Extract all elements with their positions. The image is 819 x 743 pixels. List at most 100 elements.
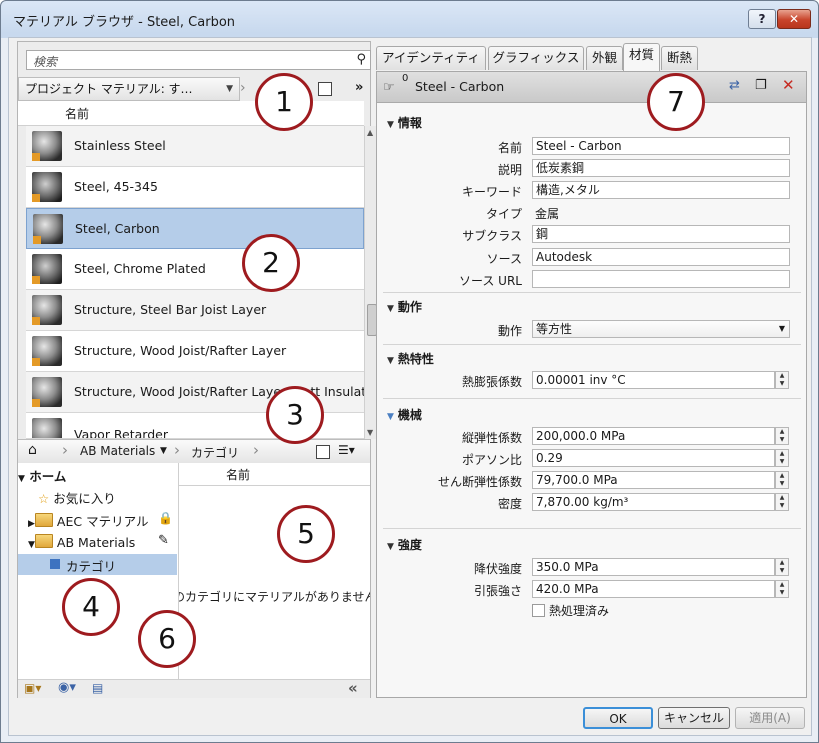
view-options-icon[interactable] (318, 82, 332, 96)
yield-strength-stepper[interactable]: ▲ ▼ (775, 558, 789, 576)
shear-modulus-field[interactable]: 79,700.0 MPa (532, 471, 775, 489)
tab-appearance[interactable]: 外観 (586, 46, 623, 70)
tensile-strength-field[interactable]: 420.0 MPa (532, 580, 775, 598)
dropdown-arrow-icon[interactable]: ▼ (160, 446, 167, 456)
behavior-select[interactable]: 等方性 ▼ (532, 320, 790, 338)
name-field[interactable]: Steel - Carbon (532, 137, 790, 155)
divider (383, 344, 801, 345)
density-field[interactable]: 7,870.00 kg/m³ (532, 493, 775, 511)
tensile-strength-label: 引張強さ (473, 584, 522, 598)
tensile-strength-stepper[interactable]: ▲ ▼ (775, 580, 789, 598)
young-modulus-field[interactable]: 200,000.0 MPa (532, 427, 775, 445)
collapse-icon[interactable]: ▼ (387, 542, 394, 552)
material-row-selected[interactable]: Steel, Carbon (26, 208, 364, 249)
library-toolbar: ⌂ › AB Materials ▼ › カテゴリ › ☰▾ (18, 439, 370, 465)
material-row[interactable]: Stainless Steel (26, 126, 364, 167)
material-name: Vapor Retarder (74, 427, 168, 439)
heat-treated-checkbox[interactable] (532, 604, 545, 617)
collapse-icon[interactable]: ▼ (18, 474, 25, 484)
search-icon[interactable]: ⚲ (356, 52, 366, 67)
behavior-label: 動作 (497, 324, 522, 338)
tab-identity[interactable]: アイデンティティ (376, 46, 486, 70)
expand-panel-icon[interactable]: » (355, 80, 363, 95)
document-materials-dropdown[interactable]: プロジェクト マテリアル: す… ▼ (18, 77, 240, 101)
shear-modulus-stepper[interactable]: ▲ ▼ (775, 471, 789, 489)
name-label: 名前 (497, 141, 522, 155)
material-name: Structure, Wood Joist/Rafter Layer (74, 343, 287, 358)
tab-graphics[interactable]: グラフィックス (488, 46, 584, 70)
apply-button[interactable]: 適用(A) (735, 707, 805, 729)
yield-strength-field[interactable]: 350.0 MPa (532, 558, 775, 576)
poisson-ratio-stepper[interactable]: ▲ ▼ (775, 449, 789, 467)
view-options-icon[interactable] (316, 445, 330, 459)
list-view-icon[interactable]: ☰▾ (338, 443, 355, 457)
material-row[interactable]: Structure, Steel Bar Joist Layer (26, 290, 364, 331)
usage-count: 0 (402, 73, 409, 84)
source-label: ソース (486, 252, 522, 266)
column-name-header[interactable]: 名前 (226, 466, 250, 483)
material-name: Steel, Chrome Plated (74, 261, 206, 276)
collapse-icon[interactable]: ▼ (387, 356, 394, 366)
replace-asset-icon[interactable]: ⇄ (729, 78, 740, 93)
source-field[interactable]: Autodesk (532, 248, 790, 266)
material-swatch-icon (32, 131, 62, 161)
close-button[interactable]: ✕ (777, 9, 811, 29)
scroll-down-icon[interactable]: ▼ (367, 428, 373, 437)
tree-favorites[interactable]: ☆ お気に入り (38, 488, 116, 507)
open-library-icon[interactable]: ▣▾ (24, 681, 41, 695)
tree-home[interactable]: ▼ ホーム (18, 466, 66, 485)
material-row[interactable]: Structure, Wood Joist/Rafter Layer (26, 331, 364, 372)
keyword-field[interactable]: 構造,メタル (532, 181, 790, 199)
young-modulus-stepper[interactable]: ▲ ▼ (775, 427, 789, 445)
search-input[interactable]: 検索 ⚲ (26, 50, 371, 70)
subclass-field[interactable]: 鋼 (532, 225, 790, 243)
collapse-icon[interactable]: ▼ (387, 304, 394, 314)
section-thermal[interactable]: ▼ 熱特性 (387, 350, 434, 367)
collapse-icon[interactable]: ▼ (28, 540, 35, 550)
callout-4: 4 (62, 578, 120, 636)
material-swatch-icon (32, 254, 62, 284)
duplicate-asset-icon[interactable]: ❐ (755, 78, 767, 93)
section-strength[interactable]: ▼ 強度 (387, 536, 422, 553)
help-button[interactable]: ? (748, 9, 776, 29)
category-materials-list: 名前 このカテゴリにマテリアルがありません (179, 463, 370, 679)
collapse-icon[interactable]: ▼ (387, 412, 394, 422)
section-mechanical[interactable]: ▼ 機械 (387, 406, 422, 423)
thermal-expansion-field[interactable]: 0.00001 inv °C (532, 371, 775, 389)
shear-modulus-label: せん断弾性係数 (437, 475, 522, 489)
collapse-icon[interactable]: ▼ (387, 120, 394, 130)
material-browser-window: マテリアル ブラウザ - Steel, Carbon ? ✕ 検索 ⚲ プロジェ… (0, 0, 819, 743)
tree-ab-materials[interactable]: ▼ AB Materials (28, 534, 135, 550)
density-stepper[interactable]: ▲ ▼ (775, 493, 789, 511)
empty-category-message: このカテゴリにマテリアルがありません (179, 590, 370, 604)
crumb-separator-icon: › (240, 80, 246, 96)
cancel-button[interactable]: キャンセル (658, 707, 730, 729)
material-row[interactable]: Steel, Chrome Plated (26, 249, 364, 290)
edit-pencil-icon[interactable]: ✎ (158, 533, 169, 548)
section-mechanical-label: 機械 (397, 408, 422, 422)
home-icon[interactable]: ⌂ (28, 442, 37, 458)
column-name-header[interactable]: 名前 (65, 105, 89, 122)
expand-icon[interactable]: ▶ (28, 519, 35, 529)
library-crumb[interactable]: AB Materials (80, 444, 155, 458)
source-url-field[interactable] (532, 270, 790, 288)
thermal-expansion-stepper[interactable]: ▲ ▼ (775, 371, 789, 389)
section-behavior[interactable]: ▼ 動作 (387, 298, 422, 315)
dropdown-arrow-icon[interactable]: ▼ (779, 321, 785, 337)
collapse-left-icon[interactable]: « (348, 679, 358, 697)
tree-category-selected[interactable]: カテゴリ (18, 554, 177, 575)
tab-physical[interactable]: 材質 (623, 43, 660, 71)
material-row[interactable]: Steel, 45-345 (26, 167, 364, 208)
poisson-ratio-field[interactable]: 0.29 (532, 449, 775, 467)
toggle-panel-icon[interactable]: ▤ (92, 681, 103, 695)
scroll-up-icon[interactable]: ▲ (367, 128, 373, 137)
delete-asset-icon[interactable]: ✕ (782, 76, 795, 94)
category-crumb[interactable]: カテゴリ (191, 444, 239, 461)
create-material-icon[interactable]: ◉▾ (58, 680, 76, 695)
ok-button[interactable]: OK (583, 707, 653, 729)
description-field[interactable]: 低炭素鋼 (532, 159, 790, 177)
section-info[interactable]: ▼ 情報 (387, 114, 422, 131)
tree-aec-materials[interactable]: ▶ AEC マテリアル (28, 511, 148, 530)
tab-thermal[interactable]: 断熱 (661, 46, 698, 70)
material-name: Structure, Wood Joist/Rafter Layer, Batt… (74, 384, 386, 399)
